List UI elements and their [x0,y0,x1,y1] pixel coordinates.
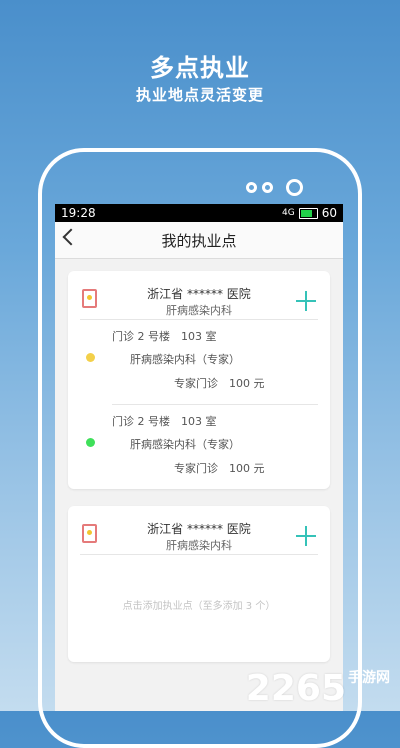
status-dot-icon [86,438,95,447]
watermark-text: 手游网 [348,670,390,686]
camera-icon [286,179,303,196]
battery-level: 60 [321,206,337,220]
location-department: 肝病感染内科（专家） [130,353,240,366]
sensor-dot [246,182,257,193]
card-header: 浙江省 ****** 医院 肝病感染内科 [68,506,330,554]
status-dot-icon [86,353,95,362]
nav-bar: 我的执业点 [55,222,343,259]
sensor-dot [262,182,273,193]
divider [80,554,318,555]
department-name: 肝病感染内科 [166,304,232,317]
status-bar: 19:28 4G 60 [55,204,343,222]
department-name: 肝病感染内科 [166,539,232,552]
promo-title: 多点执业 [150,54,250,82]
watermark-logo: 2265 手游网 [246,667,390,707]
phone-screen: 19:28 4G 60 我的执业点 浙江省 ****** 医院 肝病感染内科 门… [55,204,343,711]
signal-icon: 4G [282,208,295,218]
card-header: 浙江省 ****** 医院 肝病感染内科 [68,271,330,319]
location-fee: 专家门诊 100 元 [174,377,265,390]
hospital-name: 浙江省 ****** 医院 [147,287,251,301]
location-item[interactable]: 门诊 2 号楼 103 室 肝病感染内科（专家） 专家门诊 100 元 [68,405,330,490]
status-time: 19:28 [61,206,96,220]
add-location-hint[interactable]: 点击添加执业点（至多添加 3 个） [68,597,330,612]
add-location-button[interactable] [296,526,316,546]
promo-subtitle: 执业地点灵活变更 [135,86,264,104]
location-room: 门诊 2 号楼 103 室 [112,330,217,343]
practice-card: 浙江省 ****** 医院 肝病感染内科 点击添加执业点（至多添加 3 个） [68,506,330,662]
location-item[interactable]: 门诊 2 号楼 103 室 肝病感染内科（专家） 专家门诊 100 元 [68,320,330,405]
location-department: 肝病感染内科（专家） [130,438,240,451]
battery-icon [298,207,318,219]
back-icon[interactable] [62,228,80,246]
location-fee: 专家门诊 100 元 [174,462,265,475]
watermark-number: 2265 [245,668,346,709]
practice-card: 浙江省 ****** 医院 肝病感染内科 门诊 2 号楼 103 室 肝病感染内… [68,271,330,489]
location-room: 门诊 2 号楼 103 室 [112,415,217,428]
add-location-button[interactable] [296,291,316,311]
page-title: 我的执业点 [161,231,237,250]
hospital-name: 浙江省 ****** 医院 [147,522,251,536]
